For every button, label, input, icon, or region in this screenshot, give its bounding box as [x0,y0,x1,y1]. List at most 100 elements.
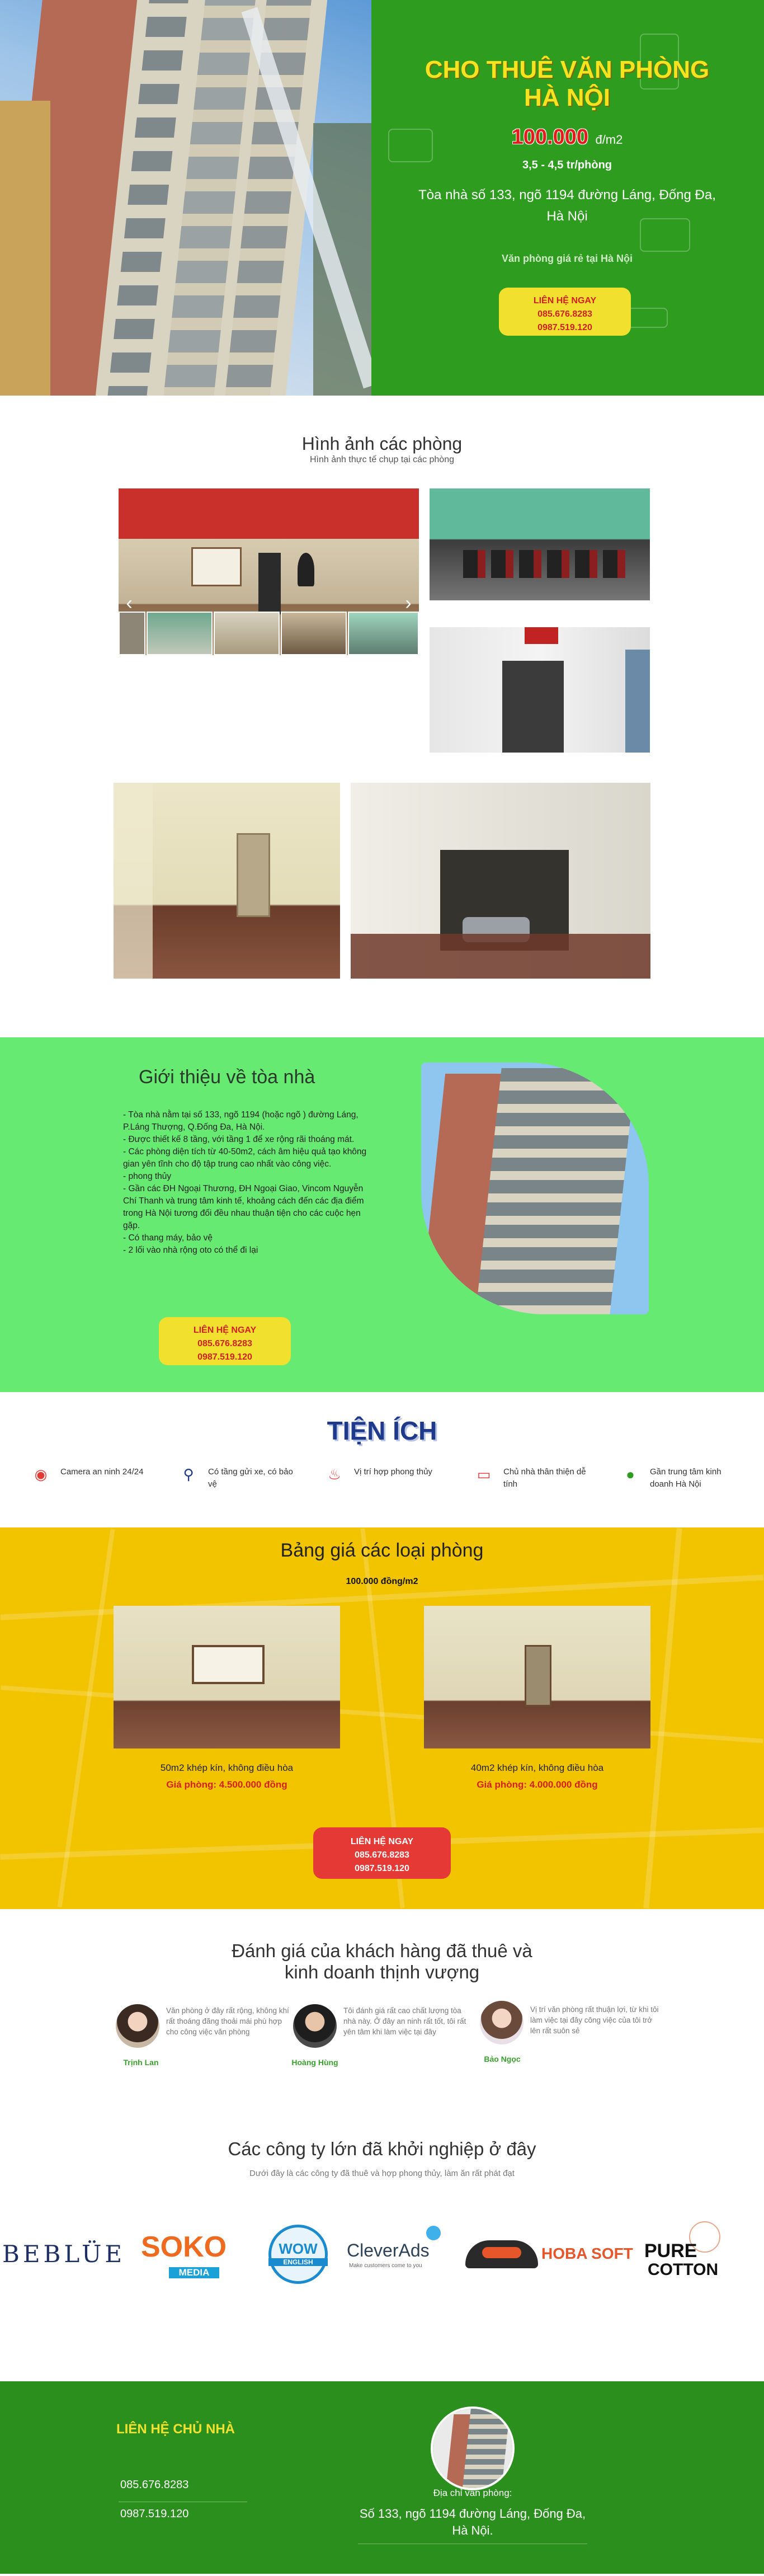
amenity-label: Camera an ninh 24/24 [60,1467,144,1477]
pricing-card-image [114,1606,340,1748]
review-name: Trịnh Lan [123,2058,159,2067]
gallery-thumb[interactable] [281,612,347,655]
intro-item: - 2 lối vào nhà rộng oto có thể đi lại [123,1245,258,1255]
review-text: Văn phòng ở đây rất rộng, không khí rất … [166,2006,289,2036]
intro-item: - Các phòng diện tích từ 40-50m2, cách â… [123,1147,367,1169]
partner-logo-hoba-soft: HOBA SOFT [465,2221,633,2283]
location-icon: ● [626,1466,635,1483]
slider-next-arrow[interactable]: › [401,592,416,614]
hero-section: CHO THUÊ VĂN PHÒNG HÀ NỘI 100.000 đ/m2 3… [0,0,764,396]
review-text: Vị trí văn phòng rất thuận lợi, từ khi t… [530,2005,659,2035]
footer-phone-1[interactable]: 085.676.8283 [120,2479,188,2492]
partners-title: Các công ty lớn đã khởi nghiệp ở đây [228,2138,536,2159]
pricing-card-price: Giá phòng: 4.500.000 đồng [166,1779,287,1790]
pricing-contact-button[interactable]: LIÊN HỆ NGAY 085.676.8283 0987.519.120 [313,1827,451,1879]
avatar [293,2004,337,2048]
cta-phone-2: 0987.519.120 [197,1352,252,1362]
footer-section: LIÊN HỆ CHỦ NHÀ 085.676.8283 0987.519.12… [0,2381,764,2574]
footer-building-avatar [431,2406,515,2490]
reviews-title: Đánh giá của khách hàng đã thuê và kinh … [232,1940,532,1982]
partner-logo-wow-english: WOW ENGLISH [268,2221,330,2284]
review-text: Tôi đánh giá rất cao chất lượng tòa nhà … [343,2006,466,2036]
hero-price-unit: đ/m2 [595,133,623,147]
hero-tagline: Văn phòng giá rẻ tại Hà Nội [501,253,633,264]
amenity-label: Vị trí hợp phong thủy [354,1467,432,1477]
review-name: Hoàng Hùng [291,2058,338,2067]
avatar [116,2004,159,2048]
intro-item: - phong thủy [123,1172,172,1181]
amenity-item: ● Gần trung tâm kinh doanh Hà Nội [622,1459,751,1493]
footer-address: Số 133, ngõ 1194 đường Láng, Đống Đa, Hà… [359,2507,586,2537]
hero-contact-button[interactable]: LIÊN HỆ NGAY 085.676.8283 0987.519.120 [499,288,631,336]
gallery-thumb[interactable] [119,612,145,655]
pricing-section: Bảng giá các loại phòng 100.000 đồng/m2 … [0,1527,764,1909]
cta-phone-1: 085.676.8283 [537,309,592,319]
partners-section: Các công ty lớn đã khởi nghiệp ở đây Dướ… [0,2132,764,2381]
cta-phone-1: 085.676.8283 [197,1339,252,1348]
hero-price-range: 3,5 - 4,5 tr/phòng [522,159,612,171]
partner-logo-soko: SOKO MEDIA [141,2231,227,2278]
gallery-thumb[interactable] [147,612,213,655]
hero-title: CHO THUÊ VĂN PHÒNG HÀ NỘI [425,56,710,111]
cta-phone-2: 0987.519.120 [537,323,592,332]
partner-logo-beblue: BEBLÜE [2,2240,126,2268]
cta-label: LIÊN HỆ NGAY [193,1325,257,1335]
intro-item: - Được thiết kế 8 tầng, với tầng 1 để xe… [123,1135,355,1144]
gallery-photo-parking [430,488,650,600]
partners-subtitle: Dưới đây là các công ty đã thuê và hợp p… [249,2169,515,2178]
pricing-title: Bảng giá các loại phòng [280,1540,484,1561]
pricing-card-caption: 50m2 khép kín, không điều hòa [160,1762,294,1773]
hero-price-value: 100.000 [511,125,588,149]
intro-title: Giới thiệu về tòa nhà [139,1066,315,1088]
cta-label: LIÊN HỆ NGAY [533,296,597,305]
intro-contact-button[interactable]: LIÊN HỆ NGAY 085.676.8283 0987.519.120 [159,1317,291,1365]
review-name: Bảo Ngọc [484,2055,521,2063]
intro-item: - Có thang máy, bảo vệ [123,1233,213,1243]
gallery-section: Hình ảnh các phòng Hình ảnh thực tế chụp… [0,396,764,1037]
intro-item: - Gần các ĐH Ngoại Thương, ĐH Ngoại Giao… [123,1184,364,1230]
camera-icon: ◉ [34,1466,48,1483]
amenities-title: TIỆN ÍCH [327,1416,437,1445]
amenity-item: ♨ Vị trí hợp phong thủy [326,1459,455,1493]
footer-address-label: Địa chỉ văn phòng: [433,2488,512,2498]
amenity-item: ⚲ Có tầng gửi xe, có bảo vệ [180,1459,309,1493]
hero-address: Tòa nhà số 133, ngõ 1194 đường Láng, Đốn… [418,187,716,224]
intro-section: Giới thiệu về tòa nhà - Tòa nhà nằm tại … [0,1037,764,1392]
partner-logo-cleverads: CleverAds Make customers come to you [347,2221,447,2283]
bike-icon: ⚲ [183,1466,194,1483]
gallery-photo-room-2 [351,783,650,979]
footer-phone-2[interactable]: 0987.519.120 [120,2508,188,2521]
gallery-thumb[interactable] [214,612,280,655]
intro-building-image [421,1063,649,1314]
avatar [480,2001,524,2044]
intro-list: - Tòa nhà nằm tại số 133, ngõ 1194 (hoặc… [123,1109,375,1257]
gallery-photo-room-1 [114,783,340,979]
amenity-label: Có tầng gửi xe, có bảo vệ [208,1467,293,1489]
gallery-subtitle: Hình ảnh thực tế chụp tại các phòng [310,455,454,464]
amenity-item: ◉ Camera an ninh 24/24 [32,1459,161,1493]
hero-price: 100.000 đ/m2 [411,125,724,149]
pricing-subtitle: 100.000 đồng/m2 [346,1577,418,1586]
footer-title: LIÊN HỆ CHỦ NHÀ [116,2422,235,2437]
slider-prev-arrow[interactable]: ‹ [122,592,136,614]
feng-shui-icon: ♨ [328,1466,341,1483]
amenity-label: Chủ nhà thân thiện dễ tính [503,1467,586,1489]
cta-label: LIÊN HỆ NGAY [350,1837,414,1846]
pricing-card-price: Giá phòng: 4.000.000 đồng [477,1779,598,1790]
monitor-icon: ▭ [477,1466,491,1483]
amenity-label: Gần trung tâm kinh doanh Hà Nội [650,1467,721,1489]
reviews-section: Đánh giá của khách hàng đã thuê và kinh … [0,1909,764,2132]
gallery-title: Hình ảnh các phòng [301,434,463,454]
amenity-item: ▭ Chủ nhà thân thiện dễ tính [475,1459,604,1493]
hero-content-panel: CHO THUÊ VĂN PHÒNG HÀ NỘI 100.000 đ/m2 3… [371,0,764,396]
hero-building-image [0,0,371,396]
pricing-card-image [424,1606,650,1748]
pricing-card-caption: 40m2 khép kín, không điều hòa [470,1762,604,1773]
cta-phone-2: 0987.519.120 [355,1864,409,1873]
gallery-thumb[interactable] [348,612,419,655]
partner-logo-pure-cotton: PURE COTTON [644,2221,745,2283]
intro-item: - Tòa nhà nằm tại số 133, ngõ 1194 (hoặc… [123,1110,359,1132]
gallery-photo-entrance [430,627,650,753]
cta-phone-1: 085.676.8283 [355,1850,409,1860]
amenities-section: TIỆN ÍCH ◉ Camera an ninh 24/24 ⚲ Có tần… [0,1392,764,1527]
